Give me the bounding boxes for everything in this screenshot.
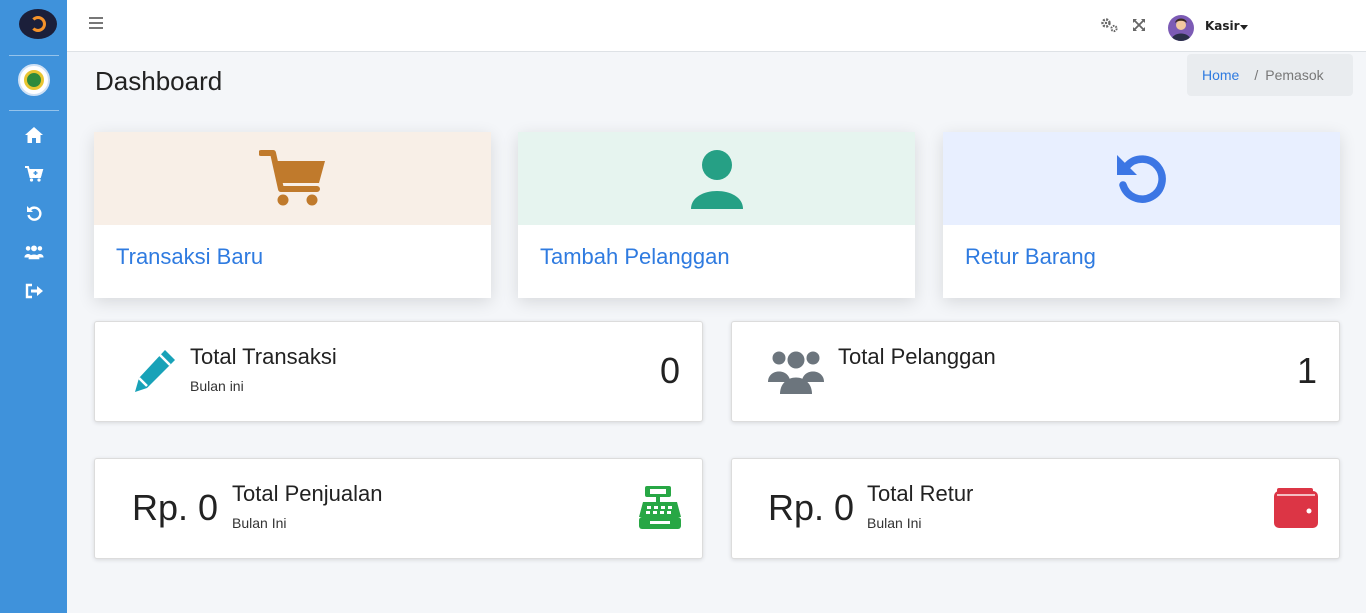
sidebar-divider — [9, 55, 59, 56]
stat-value: Rp. 0 — [768, 487, 855, 528]
stat-title: Total Transaksi — [190, 344, 337, 369]
settings-button[interactable] — [1100, 17, 1118, 33]
quick-action-label[interactable]: Retur Barang — [965, 244, 1096, 270]
stat-subtitle: Bulan ini — [190, 378, 244, 394]
sidebar-item-pelanggan[interactable] — [24, 242, 44, 262]
cogs-icon — [1101, 18, 1118, 33]
sign-out-icon — [25, 283, 43, 299]
home-icon — [25, 127, 43, 143]
stat-title: Total Retur — [867, 481, 974, 506]
pencil-icon — [131, 348, 177, 399]
breadcrumb: Home / Pemasok — [1187, 54, 1353, 96]
stat-card-total-transaksi: Total Transaksi Bulan ini 0 — [94, 321, 703, 422]
wallet-icon — [1273, 487, 1319, 534]
stat-title: Total Pelanggan — [838, 344, 996, 369]
sidebar-item-transaksi[interactable] — [24, 164, 44, 184]
stat-value: Rp. 0 — [132, 487, 219, 528]
expand-icon — [1133, 19, 1145, 31]
page-title: Dashboard — [95, 66, 223, 96]
users-icon — [768, 348, 824, 399]
chevron-down-icon[interactable] — [1240, 25, 1248, 30]
quick-action-retur-barang[interactable]: Retur Barang — [943, 132, 1340, 298]
stat-value: 1 — [1296, 350, 1317, 391]
sidebar-item-retur[interactable] — [24, 203, 44, 223]
undo-icon — [27, 206, 42, 221]
card-icon-area — [94, 132, 491, 225]
stat-subtitle: Bulan Ini — [867, 515, 922, 531]
user-menu-name[interactable]: Kasir — [1205, 19, 1240, 33]
card-icon-area — [518, 132, 915, 225]
breadcrumb-home-link[interactable]: Home — [1202, 67, 1239, 83]
quick-action-label[interactable]: Tambah Pelanggan — [540, 244, 730, 270]
cart-plus-icon — [25, 166, 44, 182]
stat-card-total-pelanggan: Total Pelanggan 1 — [731, 321, 1340, 422]
sidebar — [0, 0, 67, 613]
menu-toggle-button[interactable] — [89, 17, 103, 31]
top-navbar: Kasir — [67, 0, 1366, 52]
stat-value: 0 — [659, 350, 680, 391]
cash-register-icon — [637, 485, 683, 536]
user-icon — [690, 149, 743, 209]
stat-card-total-retur: Rp. 0 Total Retur Bulan Ini — [731, 458, 1340, 559]
stat-card-total-penjualan: Rp. 0 Total Penjualan Bulan Ini — [94, 458, 703, 559]
cart-icon — [258, 149, 325, 205]
sidebar-item-logout[interactable] — [24, 281, 44, 301]
quick-action-label[interactable]: Transaksi Baru — [116, 244, 263, 270]
fullscreen-button[interactable] — [1132, 17, 1148, 33]
quick-action-tambah-pelanggan[interactable]: Tambah Pelanggan — [518, 132, 915, 298]
undo-icon — [1116, 154, 1166, 203]
breadcrumb-separator: / — [1254, 67, 1259, 83]
brand-logo[interactable] — [19, 9, 57, 39]
user-panel-logo[interactable] — [18, 64, 50, 96]
users-icon — [24, 245, 44, 260]
avatar[interactable] — [1168, 15, 1194, 41]
stat-title: Total Penjualan — [232, 481, 383, 506]
quick-action-transaksi-baru[interactable]: Transaksi Baru — [94, 132, 491, 298]
sidebar-item-home[interactable] — [24, 125, 44, 145]
card-icon-area — [943, 132, 1340, 225]
stat-subtitle: Bulan Ini — [232, 515, 287, 531]
sidebar-divider — [9, 110, 59, 111]
breadcrumb-current: Pemasok — [1265, 67, 1324, 83]
